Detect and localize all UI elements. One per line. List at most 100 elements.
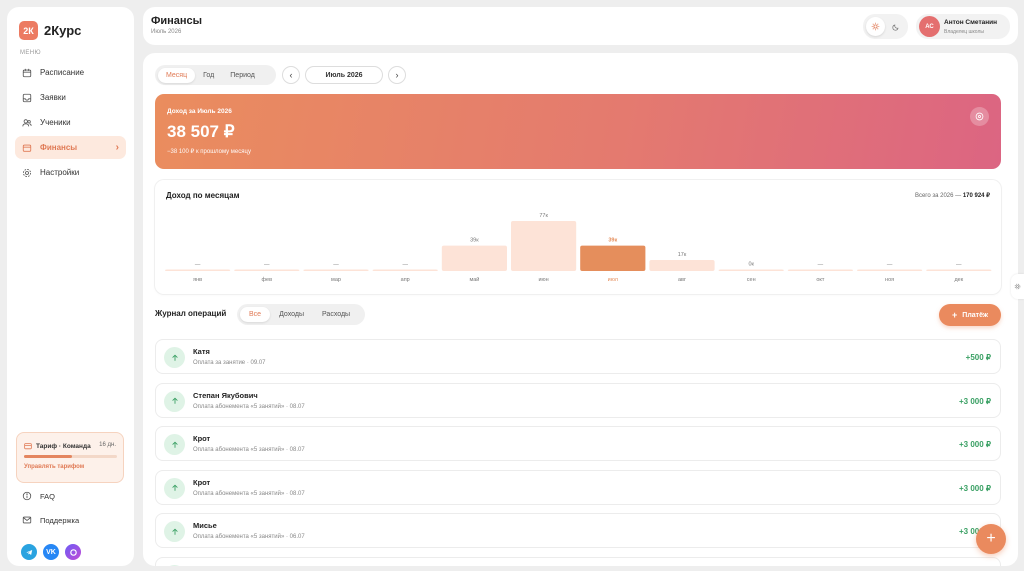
side-panel-toggle[interactable] [1011,274,1024,299]
chevron-left-icon: ‹ [289,70,293,80]
next-month-button[interactable]: › [388,66,406,84]
chevron-right-icon: › [115,142,119,153]
tab-month[interactable]: Месяц [158,67,196,83]
info-icon [22,491,32,501]
sidebar-item-students[interactable]: Ученики [15,111,126,134]
filter-income[interactable]: Доходы [270,307,313,322]
operation-row[interactable]: Катя Оплата за занятие · 09.07 +500 ₽ [155,339,1001,374]
x-tick-label: июл [608,277,618,283]
gear-icon [22,168,32,177]
bar-value-label: — [402,262,408,268]
gear-icon [1014,283,1021,290]
operation-amount: +3 000 ₽ [958,440,991,449]
income-amount: 38 507 ₽ [167,122,235,141]
x-tick-label: мар [331,277,341,283]
chart-bar[interactable] [303,269,369,272]
bar-value-label: 17к [678,252,687,258]
sidebar-item-label: Расписание [40,68,85,77]
operation-row[interactable]: Крот Оплата абонемента «5 занятий» · 08.0… [155,426,1001,461]
operation-row[interactable]: Мисье Оплата абонемента «5 занятий» · 06.… [155,513,1001,548]
faq-link[interactable]: FAQ [22,491,55,501]
operations-filter: Все Доходы Расходы [237,304,365,325]
dark-theme-button[interactable] [886,17,905,36]
chart-bar[interactable] [857,269,923,272]
app-name: 2Курс [44,23,82,38]
max-icon[interactable] [65,544,81,560]
prev-month-button[interactable]: ‹ [282,66,300,84]
tab-year[interactable]: Год [195,68,222,83]
bar-value-label: 77к [539,213,548,219]
sidebar-item-schedule[interactable]: Расписание [15,61,126,84]
tariff-progress [24,455,117,458]
chart-bar[interactable] [580,245,646,271]
avatar: АС [919,16,940,37]
tab-period[interactable]: Период [222,68,263,83]
chart-bar[interactable] [649,259,715,271]
filter-all[interactable]: Все [240,307,271,322]
current-month[interactable]: Июль 2026 [305,66,383,84]
mail-icon [22,516,32,524]
operation-description: Оплата за занятие · 09.07 [193,360,266,366]
bar-value-label: — [956,262,962,268]
operation-description: Оплата абонемента «5 занятий» · 08.07 [193,403,305,410]
sidebar-item-requests[interactable]: Заявки [15,86,126,109]
sidebar-nav: Расписание Заявки Ученики Финансы › Наст… [15,61,126,186]
arrow-up-icon [164,347,185,368]
sidebar-item-settings[interactable]: Настройки [15,161,126,184]
x-tick-label: июн [538,277,548,283]
income-info-button[interactable] [970,107,989,126]
sun-icon [871,22,880,31]
bar-value-label: — [887,262,893,268]
arrow-up-icon [164,390,185,412]
plus-icon: + [952,310,958,320]
chart-bar[interactable] [372,269,438,272]
page-subtitle: Июль 2026 [151,29,182,35]
x-tick-label: сен [747,277,756,283]
floating-add-button[interactable]: + [976,524,1006,554]
vk-icon[interactable]: VK [43,544,59,560]
bar-value-label: 39к [608,238,617,244]
arrow-up-icon [164,434,185,455]
operation-name: Мисье [193,521,217,530]
x-tick-label: янв [193,277,202,283]
top-bar: Финансы Июль 2026 АС Антон Сметанин Влад… [143,7,1018,45]
operation-row[interactable]: Степан Якубович Оплата абонемента «5 заня… [155,382,1001,418]
tariff-title: Тариф · Команда [24,442,91,450]
chart-bar[interactable] [787,269,853,272]
telegram-icon[interactable] [21,544,37,560]
bar-value-label: 39к [470,238,479,244]
chart-bar[interactable] [926,269,992,272]
operation-row[interactable]: Катя [155,556,1001,566]
sidebar-item-label: Ученики [40,118,71,127]
sidebar-item-finance[interactable]: Финансы › [15,136,126,159]
logo[interactable]: 2К 2Курс [19,21,81,40]
x-tick-label: фев [262,277,273,283]
operation-name: Крот [193,434,211,443]
chart-bar[interactable] [511,221,577,271]
x-tick-label: ноя [885,277,894,283]
operation-row[interactable]: Крот Оплата абонемента «5 занятий» · 08.0… [155,469,1001,505]
operation-amount: +500 ₽ [965,353,991,362]
add-payment-button[interactable]: + Платёж [939,304,1001,326]
support-link[interactable]: Поддержка [22,515,79,525]
operation-description: Оплата абонемента «5 занятий» · 08.07 [193,490,305,497]
tariff-card: Тариф · Команда 16 дн. Управлять тарифом [16,432,124,483]
filter-expense[interactable]: Расходы [313,307,359,322]
user-menu[interactable]: АС Антон Сметанин Владелец школы [916,14,1010,39]
chart-bar[interactable] [165,269,231,272]
operation-description: Оплата абонемента «5 занятий» · 06.07 [193,534,305,540]
bar-value-label: — [264,262,270,268]
page-title: Финансы [151,15,203,27]
chart-bar[interactable] [234,269,300,272]
sidebar: 2К 2Курс МЕНЮ Расписание Заявки Ученики … [7,7,134,566]
chart-bar[interactable] [718,269,784,272]
card-icon [24,443,32,450]
tariff-progress-fill [24,455,73,458]
theme-switch [863,14,908,39]
chart-bar[interactable] [441,245,507,271]
bar-value-label: — [333,262,339,268]
menu-caption: МЕНЮ [20,50,41,56]
light-theme-button[interactable] [866,17,885,36]
manage-tariff-link[interactable]: Управлять тарифом [24,464,84,470]
calendar-icon [22,68,32,77]
